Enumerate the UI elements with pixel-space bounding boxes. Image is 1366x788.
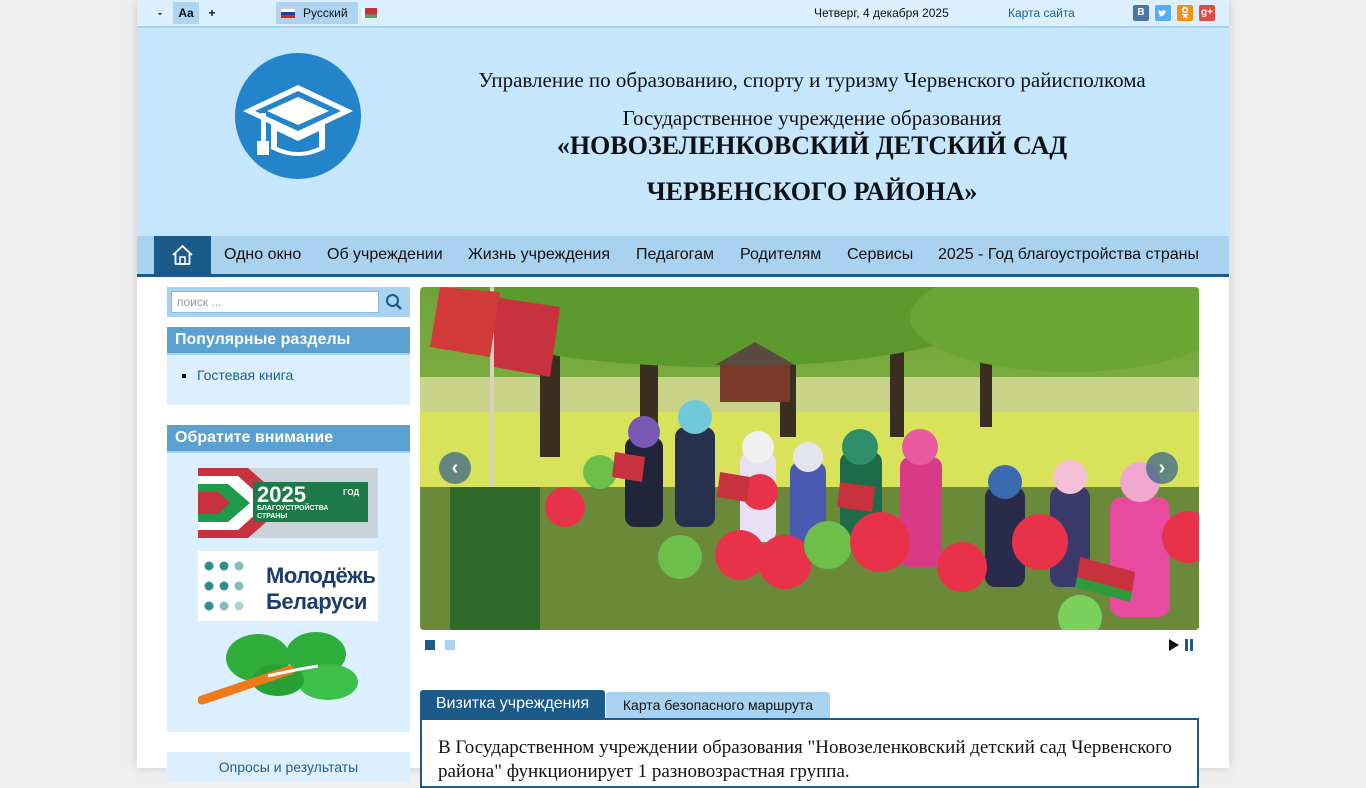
- tab-panel: В Государственном учреждении образования…: [420, 718, 1199, 788]
- home-icon: [172, 245, 193, 265]
- search-icon: [386, 294, 402, 310]
- youth-banner-line1: Молодёжь: [266, 563, 376, 588]
- current-date: Четверг, 4 декабря 2025: [814, 6, 949, 20]
- nav-teachers[interactable]: Педагогам: [636, 236, 714, 274]
- slider-play-icon[interactable]: [1169, 639, 1179, 651]
- page-container: - Aa + Русский Четверг, 4 декабря 2025 К…: [137, 0, 1229, 788]
- youth-banner-line2: Беларуси: [266, 589, 367, 614]
- popular-sections-title: Популярные разделы: [167, 327, 410, 355]
- nav-about[interactable]: Об учреждении: [327, 236, 443, 274]
- polls-module: Опросы и результаты: [167, 752, 410, 782]
- nav-year-2025[interactable]: 2025 - Год благоустройства страны: [938, 236, 1199, 274]
- sitemap-link[interactable]: Карта сайта: [1008, 0, 1075, 26]
- nav-parents[interactable]: Родителям: [740, 236, 821, 274]
- list-item: Гостевая книга: [197, 367, 410, 383]
- header-ministry-line: Управление по образованию, спорту и тури…: [478, 68, 1146, 92]
- tab-content-text: В Государственном учреждении образования…: [438, 737, 1172, 782]
- language-russian[interactable]: Русский: [276, 2, 358, 24]
- clover-banner[interactable]: [197, 630, 378, 705]
- attention-module: Обратите внимание 2025 ГОД БЛАГОУСТРОЙСТ…: [167, 425, 410, 732]
- banner-year-suffix: ГОД: [343, 488, 360, 497]
- twitter-icon[interactable]: [1155, 5, 1171, 21]
- popular-sections-list: Гостевая книга: [167, 367, 410, 383]
- slider-dot-1[interactable]: [425, 640, 435, 650]
- image-slider: ‹ ›: [420, 287, 1199, 630]
- popular-sections-module: Популярные разделы Гостевая книга: [167, 327, 410, 405]
- belarusian-flag-icon[interactable]: [362, 8, 377, 18]
- banner-text-1: БЛАГОУСТРОЙСТВА: [257, 505, 329, 512]
- russian-flag-icon: [280, 8, 296, 19]
- top-bar: - Aa + Русский Четверг, 4 декабря 2025 К…: [137, 0, 1229, 28]
- tab-safe-route-map[interactable]: Карта безопасного маршрута: [606, 692, 830, 718]
- home-button[interactable]: [154, 236, 211, 274]
- nav-services[interactable]: Сервисы: [847, 236, 913, 274]
- header-institution-type: Государственное учреждение образования: [622, 106, 1002, 130]
- search-module: [167, 287, 410, 317]
- nav-one-window[interactable]: Одно окно: [224, 236, 301, 274]
- header-institution-district: ЧЕРВЕНСКОГО РАЙОНА»: [646, 177, 978, 206]
- year-2025-banner[interactable]: 2025 ГОД БЛАГОУСТРОЙСТВА СТРАНЫ: [198, 468, 378, 538]
- slide-photo-children-with-balloons: [420, 287, 1199, 630]
- youth-of-belarus-banner[interactable]: Молодёжь Беларуси: [198, 551, 378, 621]
- slider-dot-2[interactable]: [445, 640, 455, 650]
- banner-text-2: СТРАНЫ: [257, 513, 288, 520]
- tab-institution-card[interactable]: Визитка учреждения: [420, 690, 605, 718]
- odnoklassniki-icon[interactable]: [1177, 5, 1193, 21]
- language-label: Русский: [303, 6, 348, 20]
- main-navigation: Одно окно Об учреждении Жизнь учреждения…: [137, 236, 1229, 277]
- slider-pause-icon[interactable]: [1184, 639, 1194, 651]
- attention-title: Обратите внимание: [167, 425, 410, 453]
- google-plus-icon[interactable]: g+: [1199, 5, 1215, 21]
- font-reset-button[interactable]: Aa: [173, 2, 199, 24]
- guestbook-link[interactable]: Гостевая книга: [197, 367, 293, 383]
- search-input[interactable]: [171, 291, 379, 313]
- graduation-cap-logo-icon[interactable]: [235, 53, 361, 179]
- font-decrease-button[interactable]: -: [151, 2, 169, 24]
- slider-next-button[interactable]: ›: [1146, 452, 1178, 484]
- site-header: Управление по образованию, спорту и тури…: [137, 28, 1229, 236]
- search-button[interactable]: [381, 290, 407, 314]
- nav-life[interactable]: Жизнь учреждения: [468, 236, 610, 274]
- font-increase-button[interactable]: +: [203, 2, 221, 24]
- vk-icon[interactable]: B: [1133, 5, 1149, 21]
- polls-link[interactable]: Опросы и результаты: [219, 759, 359, 775]
- slider-prev-button[interactable]: ‹: [439, 452, 471, 484]
- header-institution-name: «НОВОЗЕЛЕНКОВСКИЙ ДЕТСКИЙ САД: [556, 131, 1068, 160]
